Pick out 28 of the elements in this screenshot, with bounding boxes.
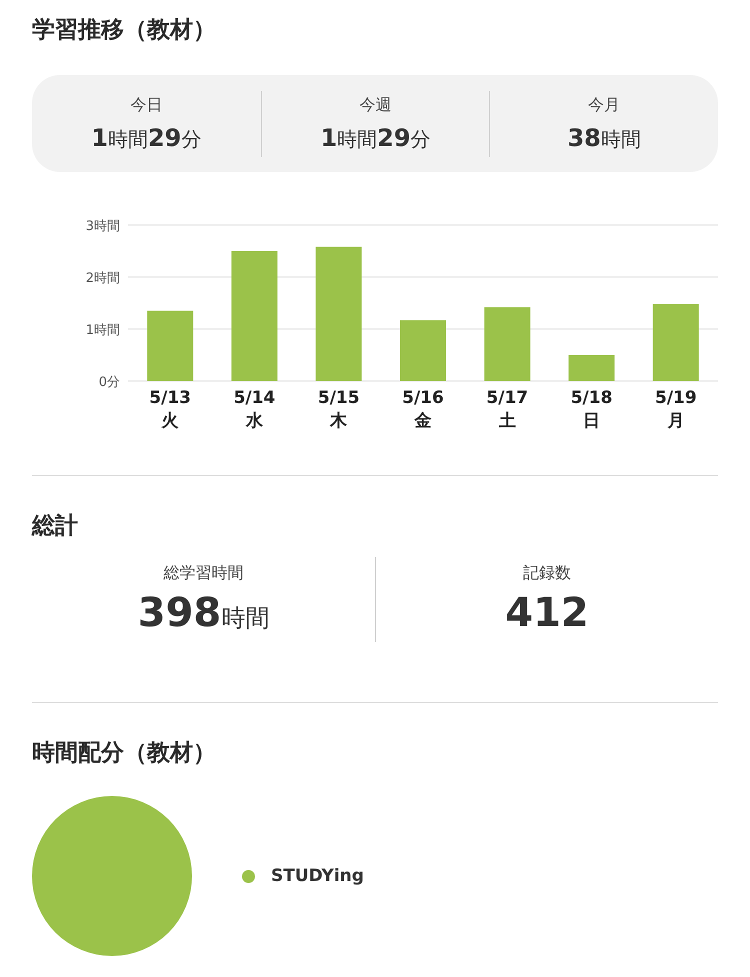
axis-category-label: 5/16 金 [402, 388, 444, 431]
stat-value: 398時間 [138, 590, 270, 636]
bar [147, 310, 194, 381]
bar [568, 355, 615, 381]
axis-category-label: 5/19 月 [655, 388, 697, 431]
axis-category-label: 5/15 木 [318, 388, 360, 431]
period-value: 38時間 [567, 124, 641, 152]
period-label: 今月 [588, 94, 620, 116]
section-title: 学習推移（教材） [32, 16, 216, 45]
axis-category-label: 5/13 火 [149, 388, 191, 431]
period-value: 1時間29分 [320, 124, 431, 152]
stat-label: 記録数 [523, 563, 571, 584]
stat-value: 412 [505, 590, 589, 636]
axis-tick-label: 0分 [98, 375, 120, 390]
axis-category-label: 5/18 日 [570, 388, 612, 431]
period-label: 今日 [130, 94, 162, 116]
legend-label: STUDYing [271, 866, 364, 886]
period-label: 今週 [359, 94, 392, 116]
period-value: 1時間29分 [91, 124, 202, 152]
bar [400, 320, 446, 381]
section-title: 総計 [32, 512, 78, 541]
axis-tick-label: 1時間 [86, 323, 120, 338]
axis-tick-label: 2時間 [86, 271, 120, 286]
axis-tick-label: 3時間 [86, 219, 120, 234]
stat-label: 総学習時間 [164, 563, 244, 584]
axis-category-label: 5/17 土 [486, 388, 528, 431]
section-title: 時間配分（教材） [32, 739, 216, 768]
axis-category-label: 5/14 水 [234, 388, 276, 431]
